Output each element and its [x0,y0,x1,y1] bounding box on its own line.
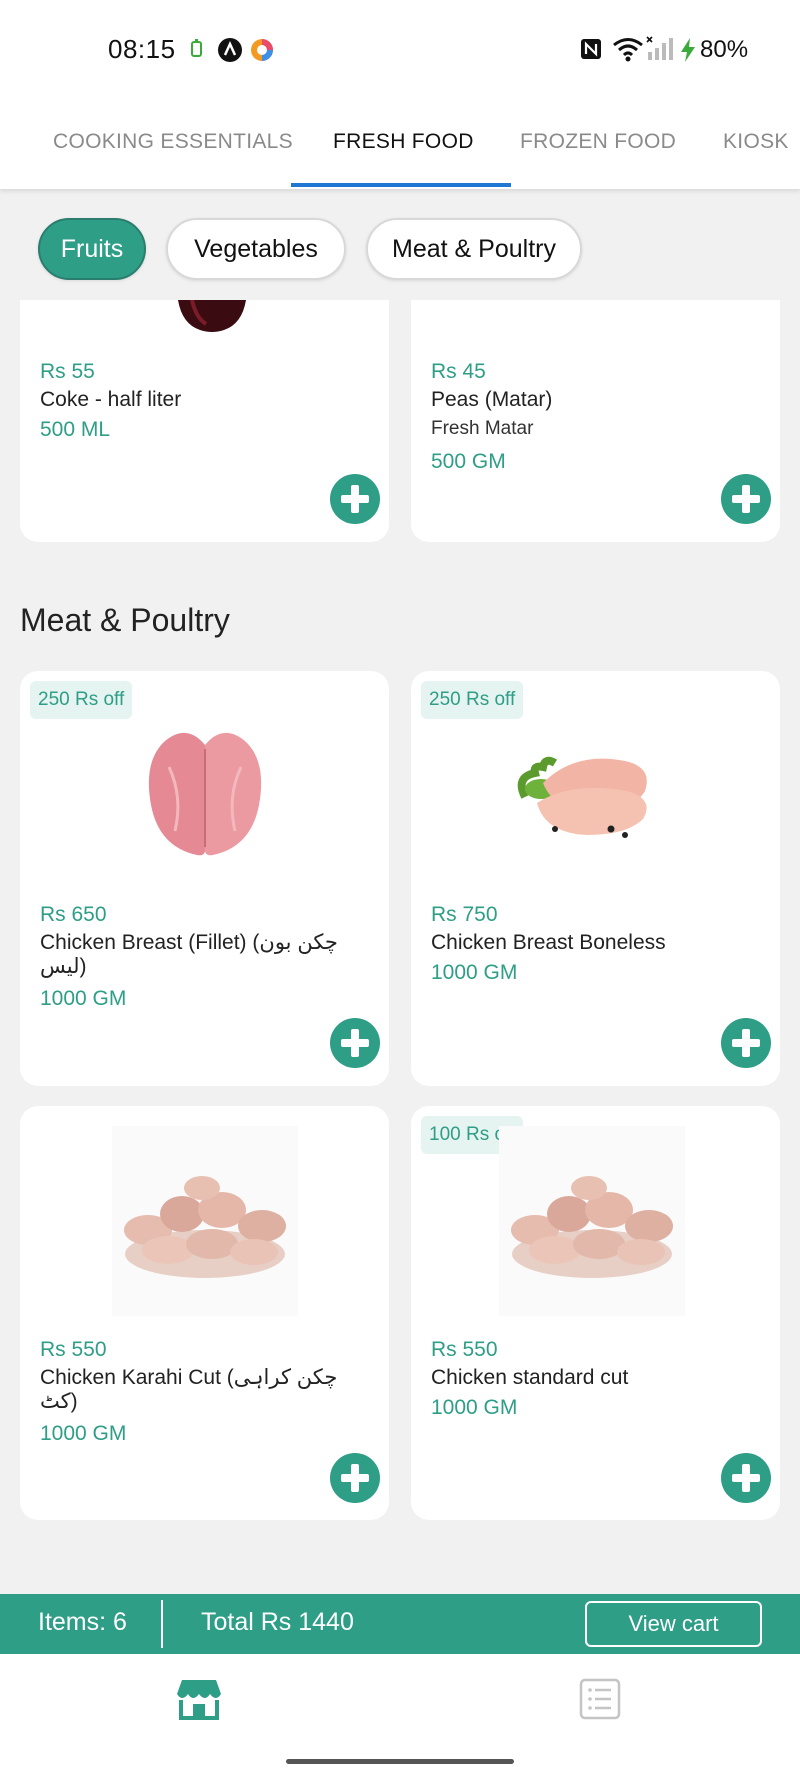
product-quantity: 1000 GM [40,1422,127,1445]
product-quantity: 1000 GM [40,987,127,1010]
status-bar: 08:15 80% [0,0,800,100]
product-card[interactable]: Rs 55 Coke - half liter 500 ML [20,300,389,542]
product-price: Rs 650 [40,903,107,926]
add-to-cart-button[interactable] [721,1018,771,1068]
product-name: Chicken Breast Boneless [431,931,666,954]
product-name: Chicken Breast (Fillet) (چکن بون لیس) [40,931,338,978]
chicken-standard-cut-image [499,1126,685,1316]
add-to-cart-button[interactable] [330,1453,380,1503]
discount-badge: 250 Rs off [30,681,133,719]
product-card[interactable]: 250 Rs off Rs 650 Chicken Breast (Fillet… [20,671,389,1086]
product-price: Rs 45 [431,360,486,383]
wifi-icon [613,38,643,62]
chicken-breast-boneless-image [517,756,647,838]
product-quantity: 500 GM [431,450,506,473]
store-icon[interactable] [176,1678,222,1720]
tab-cooking-essentials[interactable]: COOKING ESSENTIALS [53,130,293,154]
cart-summary-bar: Items: 6 Total Rs 1440 View cart [0,1594,800,1654]
active-tab-indicator [291,183,511,187]
add-to-cart-button[interactable] [721,1453,771,1503]
discount-badge: 250 Rs off [421,681,524,719]
section-title: Meat & Poultry [20,602,230,638]
product-price: Rs 550 [431,1338,498,1361]
product-name: Chicken Karahi Cut (چکن کراہی کٹ) [40,1366,338,1413]
orders-list-icon[interactable] [579,1678,621,1720]
tab-fresh-food[interactable]: FRESH FOOD [333,130,474,154]
tab-frozen-food[interactable]: FROZEN FOOD [520,130,676,154]
app-color-icon [251,39,273,61]
tab-kiosk[interactable]: KIOSK [723,130,789,154]
product-price: Rs 550 [40,1338,107,1361]
product-card[interactable]: 250 Rs off Rs 750 Chicken Breast Boneles… [411,671,780,1086]
product-name: Peas (Matar) [431,388,553,411]
product-card[interactable]: Rs 45 Peas (Matar) Fresh Matar 500 GM [411,300,780,542]
bottom-navigation [0,1654,800,1777]
chicken-breast-fillet-image [148,732,262,856]
signal-icon [646,36,673,60]
cart-total: Total Rs 1440 [201,1608,354,1636]
product-price: Rs 55 [40,360,95,383]
product-quantity: 500 ML [40,418,111,441]
view-cart-button[interactable]: View cart [585,1601,762,1647]
category-tabs: COOKING ESSENTIALS FRESH FOOD FROZEN FOO… [0,100,800,190]
chip-fruits[interactable]: Fruits [38,218,146,280]
chicken-karahi-cut-image [112,1126,298,1316]
product-quantity: 1000 GM [431,1396,518,1419]
add-to-cart-button[interactable] [330,474,380,524]
chip-vegetables[interactable]: Vegetables [166,218,346,280]
product-description: Fresh Matar [431,418,534,439]
cart-item-count: Items: 6 [38,1608,127,1636]
gesture-home-indicator[interactable] [286,1759,514,1764]
app-a-icon [218,38,242,62]
divider [161,1600,163,1648]
product-card[interactable]: 100 Rs off Rs 550 Chicken standard cut 1… [411,1106,780,1520]
product-quantity: 1000 GM [431,961,518,984]
chip-meat-poultry[interactable]: Meat & Poultry [366,218,582,280]
charging-icon [681,38,695,62]
coke-bottle-image [178,300,246,332]
subcategory-chips: Fruits Vegetables Meat & Poultry [0,190,800,300]
battery-saver-icon [191,39,202,57]
nfc-icon [581,39,601,59]
product-name: Coke - half liter [40,388,182,411]
status-time: 08:15 [108,34,176,64]
battery-percent: 80% [700,36,749,63]
product-card[interactable]: Rs 550 Chicken Karahi Cut (چکن کراہی کٹ)… [20,1106,389,1520]
product-name: Chicken standard cut [431,1366,629,1389]
add-to-cart-button[interactable] [721,474,771,524]
app-screen: 08:15 80% COOKING ESSENTIALS FRESH FOOD … [0,0,800,1777]
product-price: Rs 750 [431,903,498,926]
add-to-cart-button[interactable] [330,1018,380,1068]
